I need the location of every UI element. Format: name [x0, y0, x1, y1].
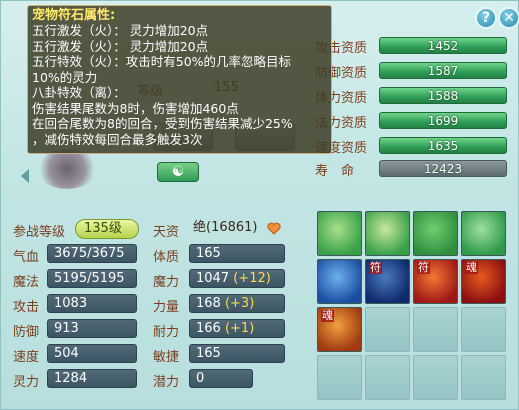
- defense-value: 913: [47, 319, 137, 338]
- speed-label: 速度: [13, 350, 40, 365]
- strength-label: 力量: [153, 300, 180, 315]
- empty-skill-slot[interactable]: [413, 355, 458, 400]
- rune-sword-skill-icon[interactable]: 符: [413, 259, 458, 304]
- tooltip-line: 五行激发（火）： 灵力增加20点: [32, 23, 209, 38]
- yin-yang-switch-button[interactable]: ☯: [157, 162, 199, 182]
- skill-glyph: 魂: [321, 309, 334, 322]
- attack-aptitude-bar: 1452: [379, 37, 507, 54]
- mp-value: 5195/5195: [47, 269, 137, 288]
- mp-label: 魔法: [13, 275, 40, 290]
- arrow-left-icon[interactable]: [21, 169, 29, 183]
- strength-value: 168 (+3): [189, 294, 285, 313]
- tooltip-title: 宠物符石属性:: [32, 8, 116, 23]
- magic-aptitude-bar: 1699: [379, 112, 507, 129]
- tooltip-line: 五行激发（火）： 灵力增加20点: [32, 38, 209, 54]
- spirit-label: 灵力: [13, 375, 40, 390]
- empty-skill-slot[interactable]: [461, 355, 506, 400]
- heart-hand-skill-icon[interactable]: [461, 211, 506, 256]
- skill-glyph: 符: [417, 261, 430, 274]
- attack-label: 攻击: [13, 300, 40, 315]
- strength-bonus: (+3): [224, 296, 255, 311]
- defense-label: 防御: [13, 325, 40, 340]
- battle-level-label: 参战等级: [13, 225, 66, 240]
- potential-number: 0: [196, 371, 205, 386]
- tooltip-line: 五行特效（火）：攻击时有50%的几率忽略目标: [32, 54, 292, 69]
- pet-attribute-window: ? ✕ 等级 155 ☯ 宠物符石属性: 五行激发（火）： 灵力增加20点 五行…: [0, 0, 519, 410]
- hand-block-skill-icon[interactable]: [365, 211, 410, 256]
- heart-icon[interactable]: [267, 222, 281, 235]
- skill-glyph: 魂: [465, 261, 478, 274]
- palm-strike-skill-icon[interactable]: [317, 211, 362, 256]
- constitution-value: 165: [189, 244, 285, 263]
- magic-power-number: 1047: [196, 271, 230, 286]
- aptitude-label: 天资: [153, 225, 180, 240]
- stamina-aptitude-bar: 1588: [379, 87, 507, 104]
- potential-label: 潜力: [153, 375, 180, 390]
- agility-label: 敏捷: [153, 350, 180, 365]
- speed-value: 504: [47, 344, 137, 363]
- close-button[interactable]: ✕: [498, 7, 519, 29]
- rune-staff-skill-icon[interactable]: 符: [365, 259, 410, 304]
- lifespan-bar: 12423: [379, 160, 507, 177]
- constitution-number: 165: [196, 246, 221, 261]
- empty-skill-slot[interactable]: [461, 307, 506, 352]
- cat-spirit-skill-icon[interactable]: [413, 211, 458, 256]
- pet-model-cloud: [37, 149, 97, 189]
- magic-power-value: 1047 (+12): [189, 269, 285, 288]
- fire-warrior-skill-icon[interactable]: 魂: [317, 307, 362, 352]
- rune-attribute-tooltip: 宠物符石属性: 五行激发（火）： 灵力增加20点 五行激发（火）： 灵力增加20…: [27, 5, 332, 154]
- magic-power-label: 魔力: [153, 275, 180, 290]
- aptitude-value: 绝(16861): [193, 220, 258, 235]
- tooltip-line: 在回合尾数为8的回合，受到伤害结果减少25%: [32, 116, 293, 131]
- tooltip-line: 10%的灵力: [32, 69, 98, 85]
- hp-value: 3675/3675: [47, 244, 137, 263]
- tooltip-line: 伤害结果尾数为8时，伤害增加460点: [32, 100, 239, 116]
- potential-value: 0: [189, 369, 253, 388]
- magic-power-bonus: (+12): [233, 271, 271, 286]
- flame-soul-skill-icon[interactable]: 魂: [461, 259, 506, 304]
- whirlwind-skill-icon[interactable]: [317, 259, 362, 304]
- endurance-bonus: (+1): [224, 321, 255, 336]
- hp-label: 气血: [13, 250, 40, 265]
- defense-aptitude-bar: 1587: [379, 62, 507, 79]
- empty-skill-slot[interactable]: [365, 355, 410, 400]
- lifespan-label: 寿 命: [315, 164, 355, 179]
- spirit-value: 1284: [47, 369, 137, 388]
- empty-skill-slot[interactable]: [365, 307, 410, 352]
- speed-aptitude-bar: 1635: [379, 137, 507, 154]
- strength-number: 168: [196, 296, 221, 311]
- help-button[interactable]: ?: [475, 7, 497, 29]
- attack-value: 1083: [47, 294, 137, 313]
- endurance-value: 166 (+1): [189, 319, 285, 338]
- empty-skill-slot[interactable]: [317, 355, 362, 400]
- skill-glyph: 符: [369, 261, 382, 274]
- tooltip-line: ，减伤特效每回合最多触发3次: [32, 131, 203, 147]
- constitution-label: 体质: [153, 250, 180, 265]
- agility-value: 165: [189, 344, 285, 363]
- empty-skill-slot[interactable]: [413, 307, 458, 352]
- tooltip-line: 八卦特效（离）：: [32, 85, 126, 100]
- battle-level-badge: 135级: [75, 219, 139, 239]
- endurance-label: 耐力: [153, 325, 180, 340]
- skills-grid: 符符魂魂: [317, 211, 517, 401]
- agility-number: 165: [196, 346, 221, 361]
- endurance-number: 166: [196, 321, 221, 336]
